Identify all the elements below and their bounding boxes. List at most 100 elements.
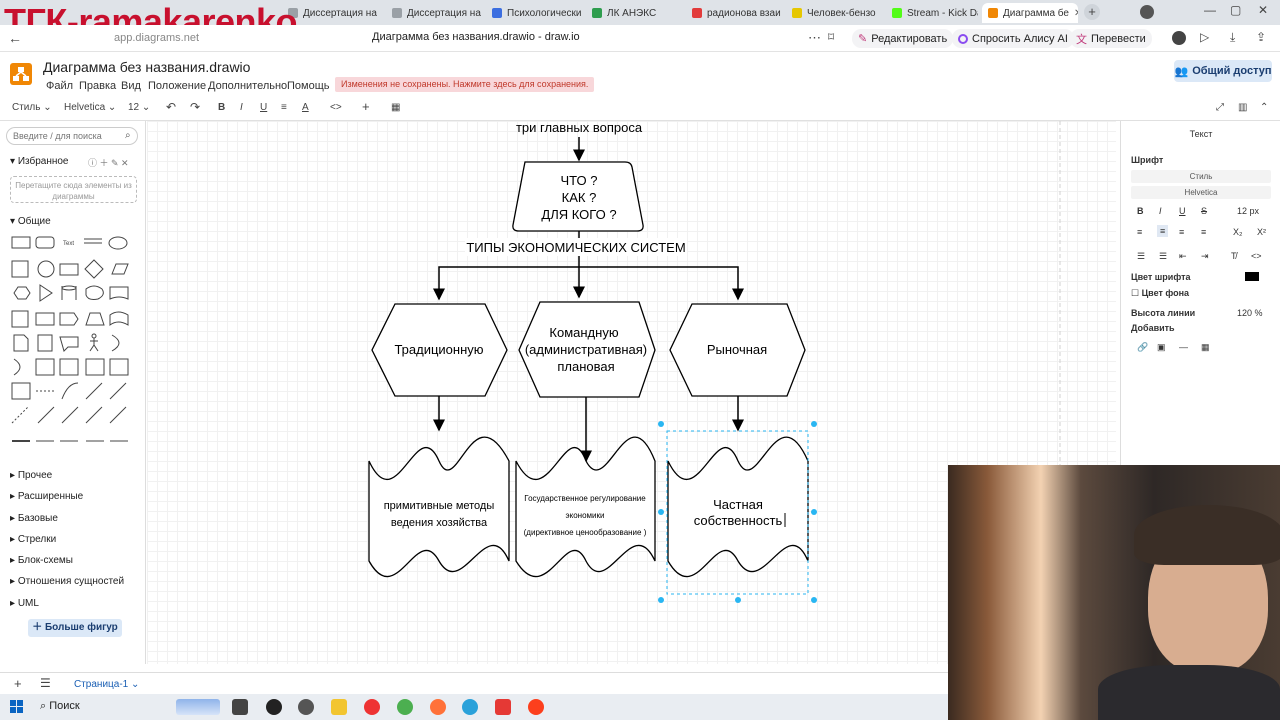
general-header[interactable]: ▾ Общие [10,216,51,227]
back-icon[interactable]: ← [6,29,24,47]
underline-icon[interactable]: U [260,102,267,113]
app-icon[interactable] [495,699,511,715]
ask-alice-button[interactable]: Спросить Алису AI [952,29,1074,48]
share-button[interactable]: 👥 Общий доступ [1174,60,1272,82]
favorites-drop-zone[interactable]: Перетащите сюда элементы из диаграммы [10,176,137,203]
browser-tab[interactable]: Диссертация на [386,3,482,23]
document-title[interactable]: Диаграмма без названия.drawio [43,59,250,75]
app-icon[interactable] [266,699,282,715]
close-tab-icon[interactable]: ✕ [1074,8,1078,19]
font-size-dropdown[interactable]: 12 ⌄ [128,102,150,113]
align-left-icon[interactable]: ≡ [1137,227,1142,237]
font-color-icon[interactable]: A [302,102,309,113]
section-other[interactable]: ▸ Прочее [10,470,52,481]
profile-icon[interactable] [1140,5,1154,19]
section-flowchart[interactable]: ▸ Блок-схемы [10,555,73,566]
unsaved-changes-notice[interactable]: Изменения не сохранены. Нажмите здесь дл… [335,77,595,92]
more-shapes-button[interactable]: ＋ Больше фигур [28,619,122,637]
minimize-icon[interactable]: — [1204,3,1216,17]
bg-color-checkbox[interactable]: ☐ Цвет фона [1131,288,1189,299]
edit-button[interactable]: ✎ Редактировать [852,29,954,48]
section-uml[interactable]: ▸ UML [10,598,39,609]
telegram-icon[interactable] [462,699,478,715]
search-icon[interactable]: ⌕ [125,130,131,141]
link-icon[interactable]: 🔗 [1137,342,1148,353]
file-explorer-icon[interactable] [331,699,347,715]
underline-icon[interactable]: U [1179,206,1186,216]
top-text[interactable]: три главных вопроса [516,121,643,135]
general-shapes-palette[interactable]: Text [8,233,132,465]
browser-tab[interactable]: Человек-бензо [786,3,882,23]
close-window-icon[interactable]: ✕ [1258,3,1268,17]
downloads-icon[interactable]: ⤓ [1230,30,1235,45]
section-advanced[interactable]: ▸ Расширенные [10,491,83,502]
chrome-icon[interactable] [397,699,413,715]
collapse-icon[interactable]: ⌃ [1260,102,1268,113]
app-icon[interactable] [298,699,314,715]
pages-menu-icon[interactable]: ☰ [40,676,51,690]
widgets-icon[interactable] [176,699,220,715]
url-text[interactable]: app.diagrams.net [114,32,199,44]
yandex-browser-icon[interactable] [364,699,380,715]
subscript-icon[interactable]: X₂ [1233,227,1243,237]
browser-tab[interactable]: Stream - Kick Das [886,3,978,23]
html-icon[interactable]: <> [330,102,342,113]
format-panel-icon[interactable]: ▥ [1238,102,1247,113]
italic-icon[interactable]: I [240,102,243,113]
redo-icon[interactable]: ↷ [190,100,200,114]
menu-arrange[interactable]: Положение [148,80,206,92]
font-color-swatch[interactable] [1245,272,1259,281]
menu-extras[interactable]: Дополнительно [208,80,287,92]
start-icon[interactable] [10,700,23,713]
style-dropdown[interactable]: Стиль ⌄ [12,102,52,113]
firefox-icon[interactable] [430,699,446,715]
undo-icon[interactable]: ↶ [166,100,176,114]
menu-view[interactable]: Вид [121,80,141,92]
align-icon[interactable]: ≡ [281,102,287,113]
yandex-icon[interactable] [528,699,544,715]
clear-format-icon[interactable]: T̸ [1231,251,1237,261]
new-tab-button[interactable]: + [1084,4,1100,20]
fullscreen-icon[interactable]: ⤢ [1216,102,1224,113]
share-page-icon[interactable]: ⇪ [1256,30,1266,44]
browser-tab[interactable]: ЛК АНЭКС [586,3,682,23]
add-page-icon[interactable]: + [14,676,22,691]
menu-file[interactable]: Файл [46,80,73,92]
bookmark-icon[interactable]: ⌑ [828,30,834,44]
extension-icon[interactable] [1172,31,1186,45]
bullet-list-icon[interactable]: ☰ [1159,251,1167,262]
superscript-icon[interactable]: X² [1257,227,1266,237]
favorites-header[interactable]: ▾ Избранное [10,156,69,167]
bold-icon[interactable]: B [218,102,225,113]
strikethrough-icon[interactable]: S [1201,206,1207,216]
types-label[interactable]: ТИПЫ ЭКОНОМИЧЕСКИХ СИСТЕМ [466,240,685,255]
browser-tab[interactable]: радионова взаи [686,3,782,23]
align-center-icon[interactable]: ≡ [1157,225,1169,237]
table-icon[interactable]: ▦ [1201,342,1210,353]
italic-icon[interactable]: I [1159,206,1162,216]
connector-branches[interactable] [438,266,739,297]
taskbar-search[interactable]: ⌕ Поиск [40,700,80,713]
font-select[interactable]: Helvetica [1131,186,1271,199]
table-icon[interactable]: ▦ [391,102,400,113]
section-basic[interactable]: ▸ Базовые [10,513,58,524]
numbered-list-icon[interactable]: ☰ [1137,251,1145,262]
shape-search-input[interactable] [6,127,138,145]
horizontal-rule-icon[interactable]: — [1179,342,1188,352]
line-height-field[interactable]: 120 % [1237,308,1263,318]
font-size-field[interactable]: 12 px [1237,206,1259,216]
font-dropdown[interactable]: Helvetica ⌄ [64,102,116,113]
task-view-icon[interactable] [232,699,248,715]
favorites-tools-icon[interactable]: ⓘ ＋ ✎ ✕ [88,156,129,169]
browser-tab[interactable]: Диссертация на [282,3,382,23]
align-right-icon[interactable]: ≡ [1179,227,1184,237]
justify-icon[interactable]: ≡ [1201,227,1206,237]
bold-icon[interactable]: B [1137,206,1144,216]
menu-edit[interactable]: Правка [79,80,116,92]
menu-help[interactable]: Помощь [287,80,330,92]
maximize-icon[interactable]: ▢ [1230,3,1241,17]
outdent-icon[interactable]: ⇤ [1179,251,1187,262]
image-icon[interactable]: ▣ [1157,342,1166,353]
browser-tab-active[interactable]: Диаграмма бе✕ [982,3,1078,23]
section-arrows[interactable]: ▸ Стрелки [10,534,56,545]
